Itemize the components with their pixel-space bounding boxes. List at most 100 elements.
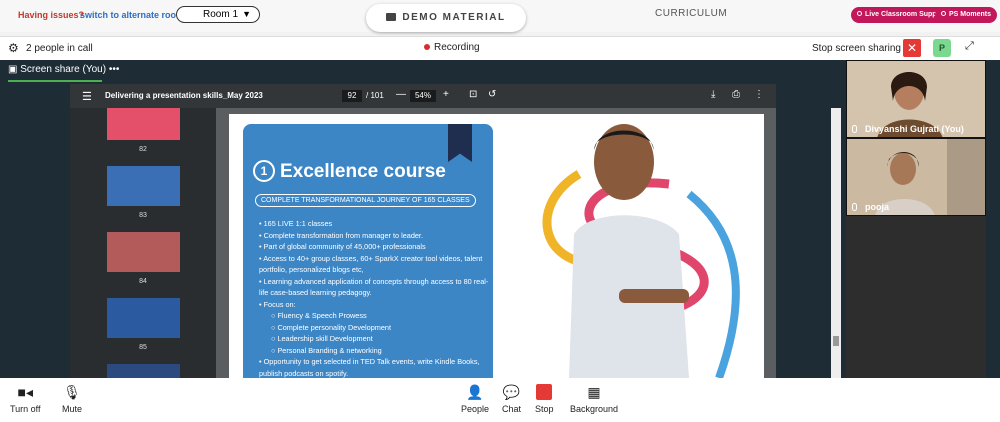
sub-bullet-item: Leadership skill Development <box>259 333 489 345</box>
active-underline <box>8 80 102 82</box>
mute-label: Mute <box>62 404 83 414</box>
screen-share-title: ▣ Screen share (You) ••• <box>8 64 120 82</box>
fit-page-icon[interactable]: ⊡ <box>469 89 477 100</box>
course-bullets: 165 LIVE 1:1 classes Complete transforma… <box>259 218 489 378</box>
participant-tile[interactable]: Divyanshi Gujrati (You) <box>846 60 986 138</box>
stop-share-button[interactable]: Stop <box>535 384 554 414</box>
thumbnail-number: 84 <box>139 278 147 285</box>
thumbnail-number: 82 <box>139 146 147 153</box>
room-select[interactable]: Room 1 ▼ <box>176 6 260 23</box>
mute-button[interactable]: 🎙 Mute <box>62 384 82 414</box>
course-title: 1 Excellence course <box>253 160 446 183</box>
thumbnail-83[interactable] <box>107 166 180 206</box>
page-input[interactable]: 92 <box>342 90 362 102</box>
more-options-icon[interactable]: ••• <box>109 64 120 75</box>
thumbnail-84[interactable] <box>107 232 180 272</box>
zoom-input[interactable]: 54% <box>410 90 436 102</box>
course-title-text: Excellence course <box>280 161 446 182</box>
course-number: 1 <box>253 160 275 182</box>
download-icon[interactable]: ⤓ <box>711 89 715 100</box>
thumbnail-number: 85 <box>139 344 147 351</box>
chat-icon: 💬 <box>502 384 521 400</box>
thumbnail-85[interactable] <box>107 298 180 338</box>
stop-sharing-label: Stop screen sharing <box>812 43 901 54</box>
bullet-item: Complete transformation from manager to … <box>259 230 489 242</box>
sub-bullet-item: Fluency & Speech Prowess <box>259 310 489 322</box>
caret-down-icon: ▼ <box>242 9 251 19</box>
bullet-item: Part of global community of 45,000+ prof… <box>259 241 489 253</box>
demo-material-button[interactable]: DEMO MATERIAL <box>366 4 526 32</box>
ps-moments-label: PS Moments <box>949 11 992 18</box>
thumbnail-86[interactable] <box>107 364 180 378</box>
mic-icon <box>852 125 857 133</box>
camera-icon: ■◂ <box>17 384 33 400</box>
fullscreen-icon[interactable]: ⤢ <box>965 40 974 53</box>
people-count: 2 people in call <box>26 43 93 54</box>
room-select-value: Room 1 <box>203 9 239 20</box>
background-icon: ▦ <box>587 384 601 400</box>
scroll-thumb[interactable] <box>833 336 839 346</box>
camera-button[interactable]: ■◂ Turn off <box>10 384 41 414</box>
sub-bullet-item: Complete personality Development <box>259 322 489 334</box>
camera-label: Turn off <box>10 404 41 414</box>
pdf-title: Delivering a presentation skills_May 202… <box>105 91 263 100</box>
bullet-item: Learning advanced application of concept… <box>259 276 489 299</box>
gear-icon[interactable]: ⚙ <box>8 41 19 55</box>
background-button[interactable]: ▦ Background <box>570 384 618 414</box>
close-icon: ✕ <box>906 41 918 55</box>
zoom-in-icon[interactable]: + <box>443 89 449 100</box>
pdf-toolbar: ☰ Delivering a presentation skills_May 2… <box>70 84 776 108</box>
record-dot-icon <box>424 44 430 50</box>
rotate-icon[interactable]: ↺ <box>488 89 496 100</box>
microphone-icon: 🎙 <box>63 384 81 400</box>
stop-sharing-button[interactable]: ✕ <box>903 39 921 57</box>
pdf-page: 1 Excellence course COMPLETE TRANSFORMATI… <box>229 114 764 378</box>
curriculum-tab[interactable]: CURRICULUM <box>655 8 727 19</box>
participant-badge[interactable]: P <box>933 39 951 57</box>
pdf-viewer: ☰ Delivering a presentation skills_May 2… <box>70 84 841 378</box>
participant-tile[interactable]: pooja <box>846 138 986 216</box>
recording-label: Recording <box>434 42 480 53</box>
ps-moments-button[interactable]: PS Moments <box>935 7 998 23</box>
screen-share-icon: ▣ <box>8 64 18 75</box>
moments-icon <box>941 11 946 16</box>
participant-name: Divyanshi Gujrati (You) <box>865 124 964 134</box>
print-icon[interactable]: ⎙ <box>732 89 740 100</box>
stop-share-icon <box>535 384 554 400</box>
page-total: / 101 <box>366 91 384 100</box>
pdf-scrollbar[interactable] <box>831 108 841 378</box>
mic-icon <box>852 203 857 211</box>
call-bar: ⚙ 2 people in call Recording Stop screen… <box>0 36 1000 60</box>
demo-material-label: DEMO MATERIAL <box>402 12 506 23</box>
bullet-item: 165 LIVE 1:1 classes <box>259 218 489 230</box>
people-button[interactable]: 👤 People <box>461 384 489 414</box>
top-bar: Having issues? switch to alternate room … <box>0 0 1000 32</box>
course-card: 1 Excellence course COMPLETE TRANSFORMATI… <box>243 124 493 378</box>
issues-text: Having issues? <box>18 10 85 20</box>
folder-icon <box>386 13 397 21</box>
thumbnail-panel: 82 83 84 85 <box>70 108 216 378</box>
live-support-label: Live Classroom Support <box>865 11 946 18</box>
people-icon: 👤 <box>466 384 484 400</box>
participants-panel: Divyanshi Gujrati (You) pooja <box>846 60 986 378</box>
chat-button[interactable]: 💬 Chat <box>502 384 521 414</box>
bottom-controls: ■◂ Turn off 🎙 Mute 👤 People 💬 Chat Stop … <box>0 378 1000 422</box>
course-subtitle: COMPLETE TRANSFORMATIONAL JOURNEY OF 165… <box>255 194 476 207</box>
presenter-photo <box>542 124 740 378</box>
background-label: Background <box>570 404 619 414</box>
stop-label: Stop <box>535 404 554 414</box>
bookmark-icon <box>448 124 472 162</box>
thumbnail-number: 83 <box>139 212 147 219</box>
thumbnail-82[interactable] <box>107 108 180 140</box>
more-vert-icon[interactable]: ⋮ <box>754 89 764 100</box>
switch-room-link[interactable]: switch to alternate room <box>80 10 184 20</box>
support-icon <box>857 11 862 16</box>
screen-share-label: Screen share (You) <box>20 64 107 75</box>
zoom-out-icon[interactable]: — <box>396 89 406 100</box>
bullet-item: Focus on: <box>259 299 489 311</box>
people-label: People <box>461 404 490 414</box>
recording-indicator: Recording <box>424 42 480 53</box>
menu-icon[interactable]: ☰ <box>82 90 92 103</box>
bullet-item: Access to 40+ group classes, 60+ SparkX … <box>259 253 489 276</box>
chat-label: Chat <box>502 404 522 414</box>
